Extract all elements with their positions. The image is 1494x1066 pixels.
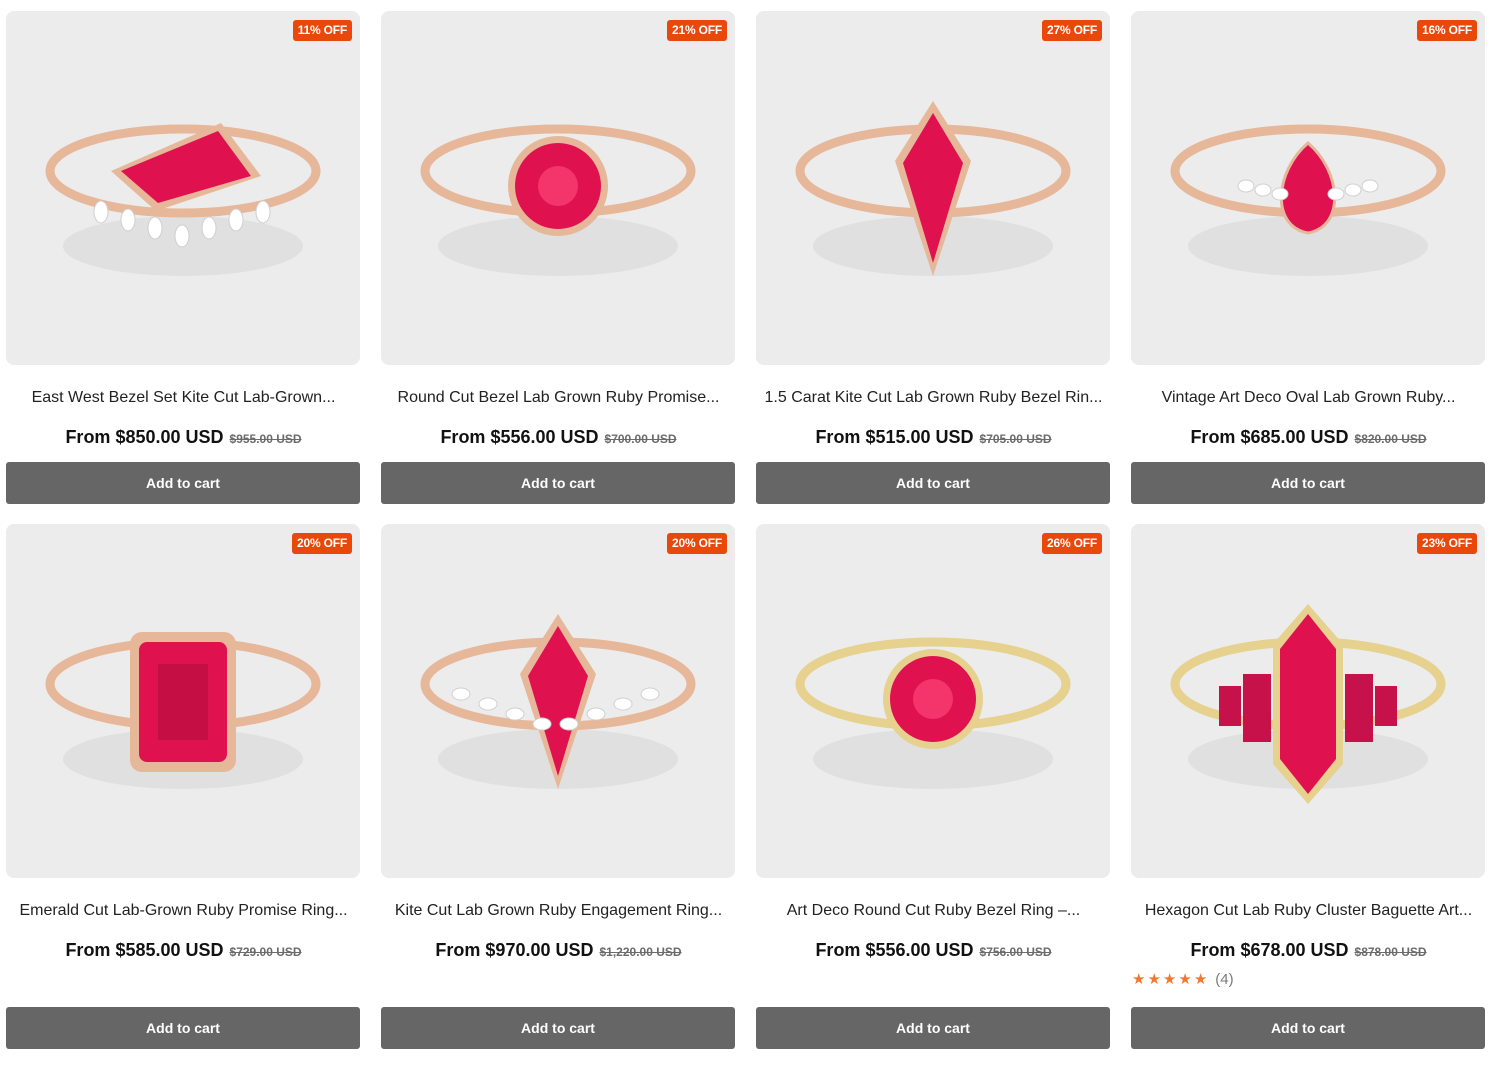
discount-badge: 20% OFF (667, 533, 727, 554)
star-icon: ★ (1147, 970, 1161, 988)
add-to-cart-button[interactable]: Add to cart (1131, 1007, 1485, 1049)
product-image[interactable]: 21% OFF (381, 11, 735, 365)
compare-at-price: $1,220.00 USD (599, 945, 682, 959)
compare-at-price: $700.00 USD (604, 432, 677, 446)
price-row: From $515.00 USD $705.00 USD (756, 427, 1111, 449)
product-title[interactable]: East West Bezel Set Kite Cut Lab-Grown..… (6, 388, 361, 408)
sale-price: From $678.00 USD (1190, 940, 1349, 960)
product-image[interactable]: 26% OFF (756, 524, 1110, 878)
product-title[interactable]: Vintage Art Deco Oval Lab Grown Ruby... (1131, 388, 1486, 408)
compare-at-price: $820.00 USD (1354, 432, 1427, 446)
add-to-cart-button[interactable]: Add to cart (381, 1007, 735, 1049)
sale-price: From $585.00 USD (65, 940, 224, 960)
sale-price: From $556.00 USD (440, 427, 599, 447)
discount-badge: 11% OFF (292, 20, 352, 41)
product-card[interactable]: 21% OFF Round Cut Bezel Lab Grown Ruby Pr… (381, 11, 736, 504)
product-title[interactable]: Kite Cut Lab Grown Ruby Engagement Ring.… (381, 901, 736, 921)
product-title[interactable]: Art Deco Round Cut Ruby Bezel Ring –... (756, 901, 1111, 921)
ring-illustration (1170, 604, 1446, 804)
star-icon: ★ (1132, 970, 1146, 988)
product-card[interactable]: 26% OFF Art Deco Round Cut Ruby Bezel Rin… (756, 524, 1111, 1049)
product-card[interactable]: 20% OFF Emerald Cut Lab-Grown Ruby Promis… (6, 524, 361, 1049)
compare-at-price: $729.00 USD (229, 945, 302, 959)
product-title[interactable]: Emerald Cut Lab-Grown Ruby Promise Ring.… (6, 901, 361, 921)
product-title[interactable]: 1.5 Carat Kite Cut Lab Grown Ruby Bezel … (756, 388, 1111, 408)
add-to-cart-button[interactable]: Add to cart (756, 1007, 1110, 1049)
product-title[interactable]: Round Cut Bezel Lab Grown Ruby Promise..… (381, 388, 736, 408)
discount-badge: 21% OFF (667, 20, 727, 41)
compare-at-price: $705.00 USD (979, 432, 1052, 446)
product-image[interactable]: 11% OFF (6, 11, 360, 365)
product-grid: 11% OFF East West Bezel Set Kite Cut Lab-… (6, 11, 1486, 1049)
star-icon: ★ (1178, 970, 1192, 988)
star-rating[interactable]: ★ ★ ★ ★ ★ (4) (1132, 971, 1234, 988)
product-image[interactable]: 23% OFF (1131, 524, 1485, 878)
discount-badge: 26% OFF (1042, 533, 1102, 554)
sale-price: From $556.00 USD (815, 940, 974, 960)
discount-badge: 27% OFF (1042, 20, 1102, 41)
add-to-cart-button[interactable]: Add to cart (1131, 462, 1485, 504)
sale-price: From $515.00 USD (815, 427, 974, 447)
star-icon: ★ (1162, 970, 1177, 988)
add-to-cart-button[interactable]: Add to cart (6, 1007, 360, 1049)
compare-at-price: $955.00 USD (229, 432, 302, 446)
compare-at-price: $756.00 USD (979, 945, 1052, 959)
add-to-cart-button[interactable]: Add to cart (756, 462, 1110, 504)
product-image[interactable]: 27% OFF (756, 11, 1110, 365)
price-row: From $678.00 USD $878.00 USD (1131, 940, 1486, 962)
product-card[interactable]: 20% OFF Kite Cut Lab Grown Ruby Engagemen… (381, 524, 736, 1049)
product-title[interactable]: Hexagon Cut Lab Ruby Cluster Baguette Ar… (1131, 901, 1486, 921)
product-image[interactable]: 16% OFF (1131, 11, 1485, 365)
discount-badge: 16% OFF (1417, 20, 1477, 41)
product-card[interactable]: 27% OFF 1.5 Carat Kite Cut Lab Grown Ruby… (756, 11, 1111, 504)
sale-price: From $685.00 USD (1190, 427, 1349, 447)
price-row: From $556.00 USD $700.00 USD (381, 427, 736, 449)
add-to-cart-button[interactable]: Add to cart (6, 462, 360, 504)
sale-price: From $970.00 USD (435, 940, 594, 960)
ring-illustration (1170, 124, 1446, 276)
ring-illustration (420, 614, 696, 789)
star-icon: ★ (1193, 970, 1208, 988)
price-row: From $970.00 USD $1,220.00 USD (381, 940, 736, 962)
product-image[interactable]: 20% OFF (6, 524, 360, 878)
price-row: From $850.00 USD $955.00 USD (6, 427, 361, 449)
sale-price: From $850.00 USD (65, 427, 224, 447)
review-count: (4) (1215, 971, 1234, 988)
add-to-cart-button[interactable]: Add to cart (381, 462, 735, 504)
product-card[interactable]: 23% OFF Hexagon Cut Lab Ruby Cluster Bagu… (1131, 524, 1486, 1049)
ring-illustration (795, 637, 1071, 789)
ring-illustration (420, 124, 696, 276)
discount-badge: 20% OFF (292, 533, 352, 554)
discount-badge: 23% OFF (1417, 533, 1477, 554)
product-card[interactable]: 11% OFF East West Bezel Set Kite Cut Lab-… (6, 11, 361, 504)
ring-illustration (45, 123, 321, 276)
product-image[interactable]: 20% OFF (381, 524, 735, 878)
price-row: From $685.00 USD $820.00 USD (1131, 427, 1486, 449)
product-card[interactable]: 16% OFF Vintage Art Deco Oval Lab Grown R… (1131, 11, 1486, 504)
compare-at-price: $878.00 USD (1354, 945, 1427, 959)
price-row: From $556.00 USD $756.00 USD (756, 940, 1111, 962)
price-row: From $585.00 USD $729.00 USD (6, 940, 361, 962)
ring-illustration (795, 101, 1071, 276)
ring-illustration (45, 632, 321, 789)
